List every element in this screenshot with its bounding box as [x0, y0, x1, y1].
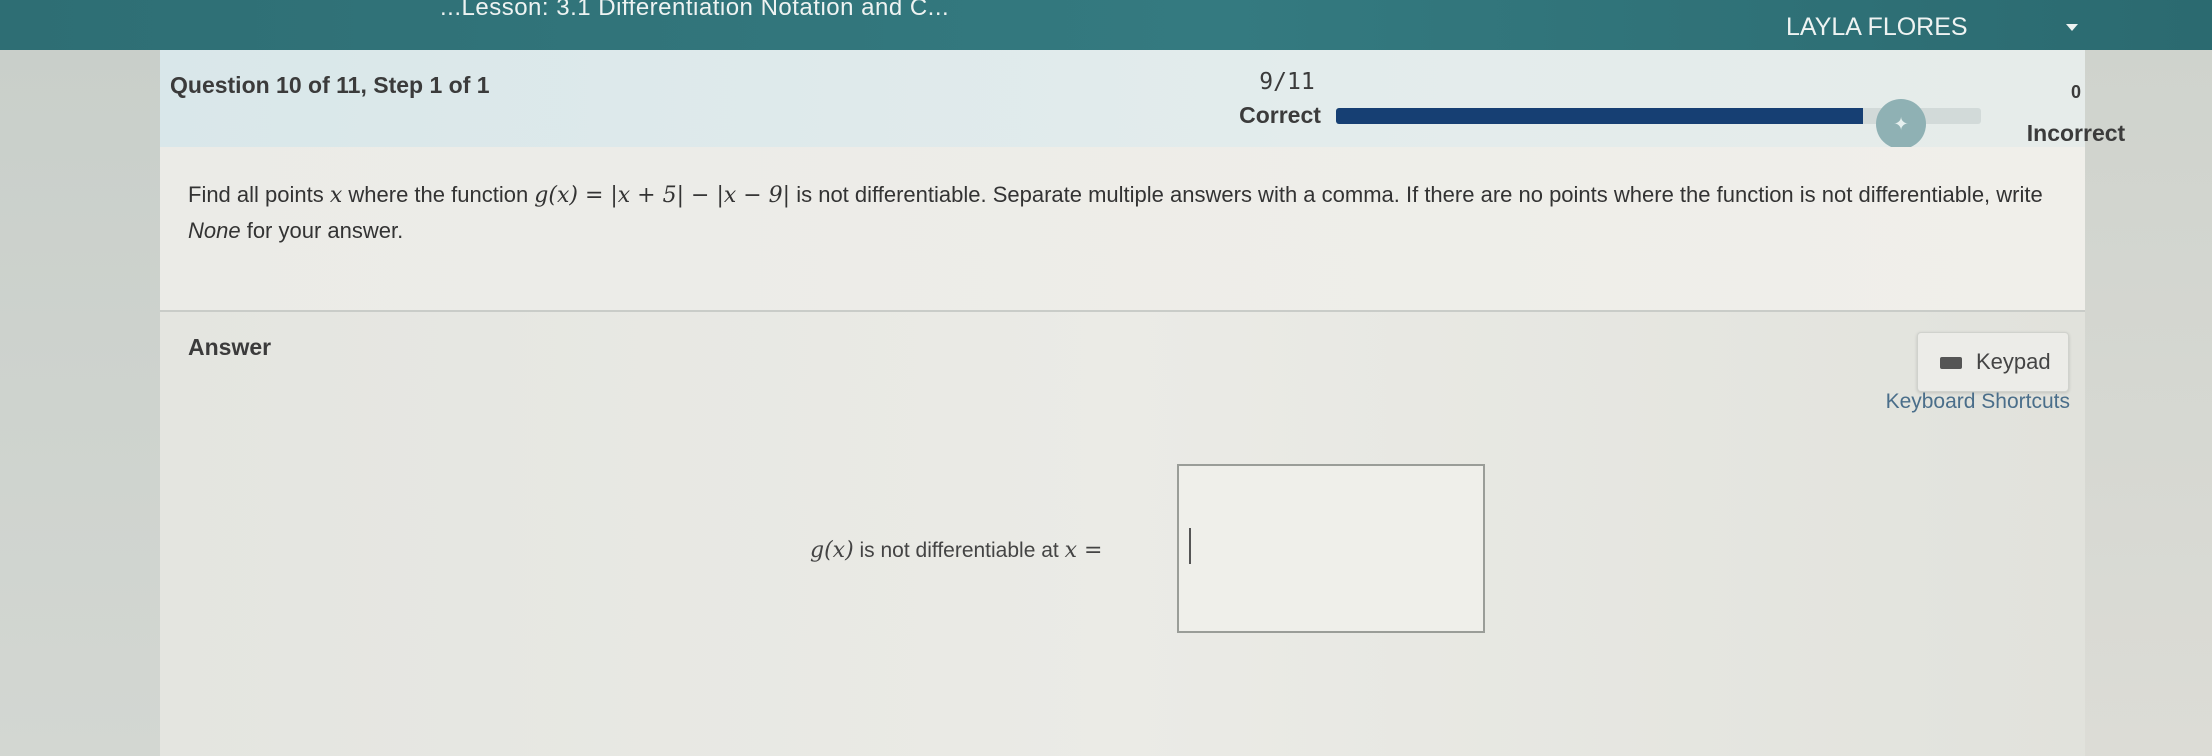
progress-fill [1336, 108, 1863, 124]
answer-label: Answer [188, 334, 272, 360]
answer-input[interactable] [1177, 464, 1485, 633]
answer-prompt: g(x) is not differentiable at x = [810, 538, 1102, 563]
incorrect-label: Incorrect [2026, 120, 2126, 146]
keypad-button[interactable]: Keypad [1917, 332, 2069, 392]
text-cursor [1189, 528, 1191, 564]
prompt-function: g(x) [810, 538, 854, 563]
score-count: 9/11 [1259, 69, 1315, 95]
keyboard-shortcuts-link[interactable]: Keyboard Shortcuts [1846, 390, 2070, 414]
keypad-label: Keypad [1976, 349, 2051, 374]
chevron-down-icon[interactable] [2066, 24, 2078, 31]
question-header: Question 10 of 11, Step 1 of 1 9/11 Corr… [160, 50, 2125, 149]
question-title: Question 10 of 11, Step 1 of 1 [170, 72, 490, 98]
top-bar: ...Lesson: 3.1 Differentiation Notation … [0, 0, 2212, 50]
prompt-variable: x = [1064, 538, 1103, 563]
keyboard-icon [1940, 357, 1962, 369]
incorrect-count: 0 [2070, 82, 2081, 102]
left-margin [0, 50, 160, 756]
none-word: None [188, 218, 241, 243]
answer-panel: Answer Keypad Keyboard Shortcuts g(x) is… [160, 312, 2085, 756]
right-margin [2085, 50, 2212, 756]
user-name[interactable]: LAYLA FLORES [1786, 13, 1968, 42]
streak-badge-icon: ✦ [1876, 99, 1926, 149]
question-text: Find all points x where the function g(x… [188, 182, 2043, 243]
function-expression: g(x) = |x + 5| − |x − 9| [534, 183, 791, 208]
question-panel: Find all points x where the function g(x… [160, 147, 2085, 312]
variable-x: x [329, 183, 343, 208]
breadcrumb[interactable]: ...Lesson: 3.1 Differentiation Notation … [440, 0, 949, 22]
prompt-text: is not differentiable at [853, 539, 1065, 562]
